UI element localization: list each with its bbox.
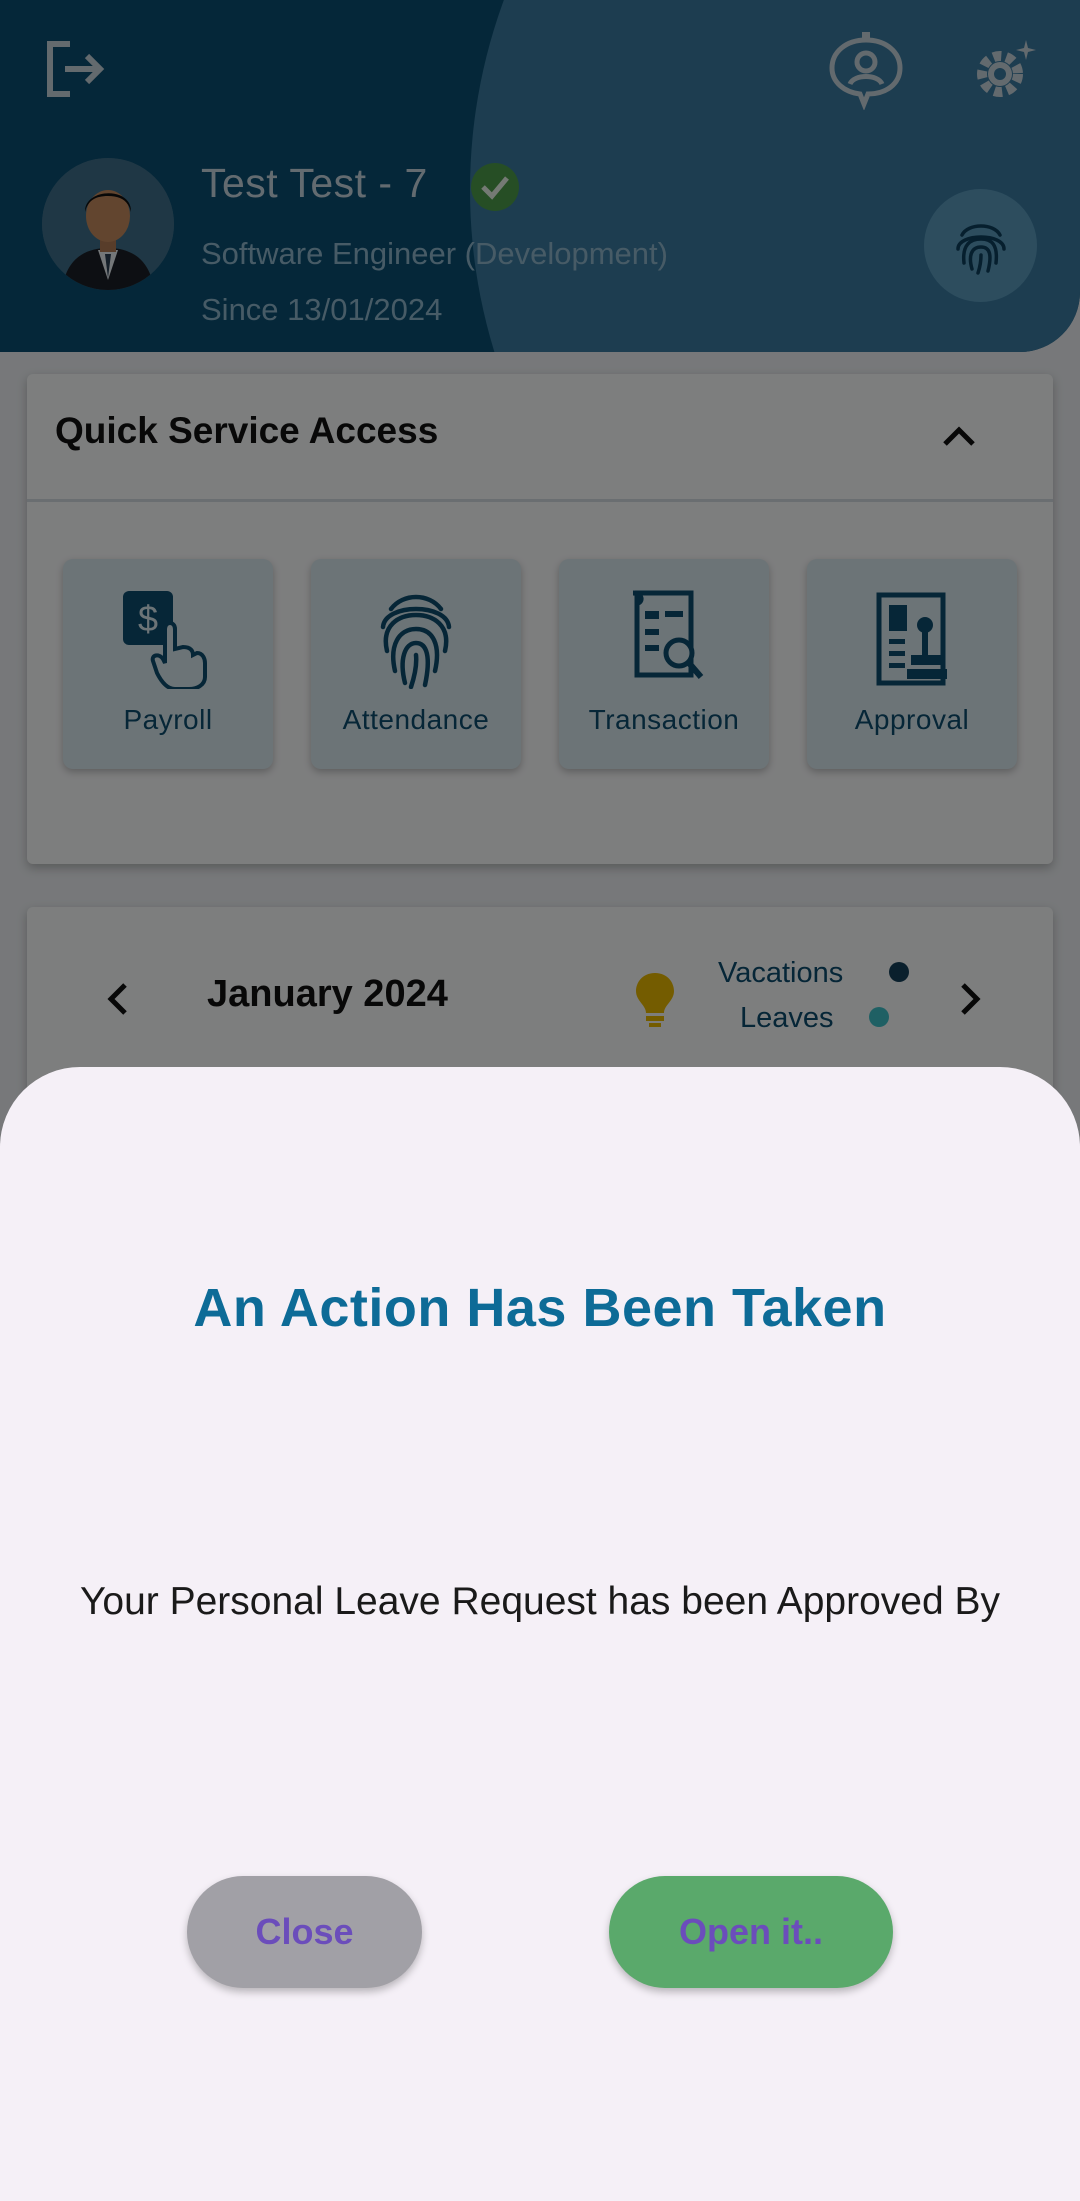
dialog-message: Your Personal Leave Request has been App…	[79, 1580, 1001, 1623]
dialog-title: An Action Has Been Taken	[193, 1278, 887, 1338]
open-button[interactable]: Open it..	[609, 1876, 893, 1988]
close-button[interactable]: Close	[187, 1876, 422, 1988]
action-bottom-sheet: An Action Has Been Taken Your Personal L…	[0, 1067, 1080, 2201]
